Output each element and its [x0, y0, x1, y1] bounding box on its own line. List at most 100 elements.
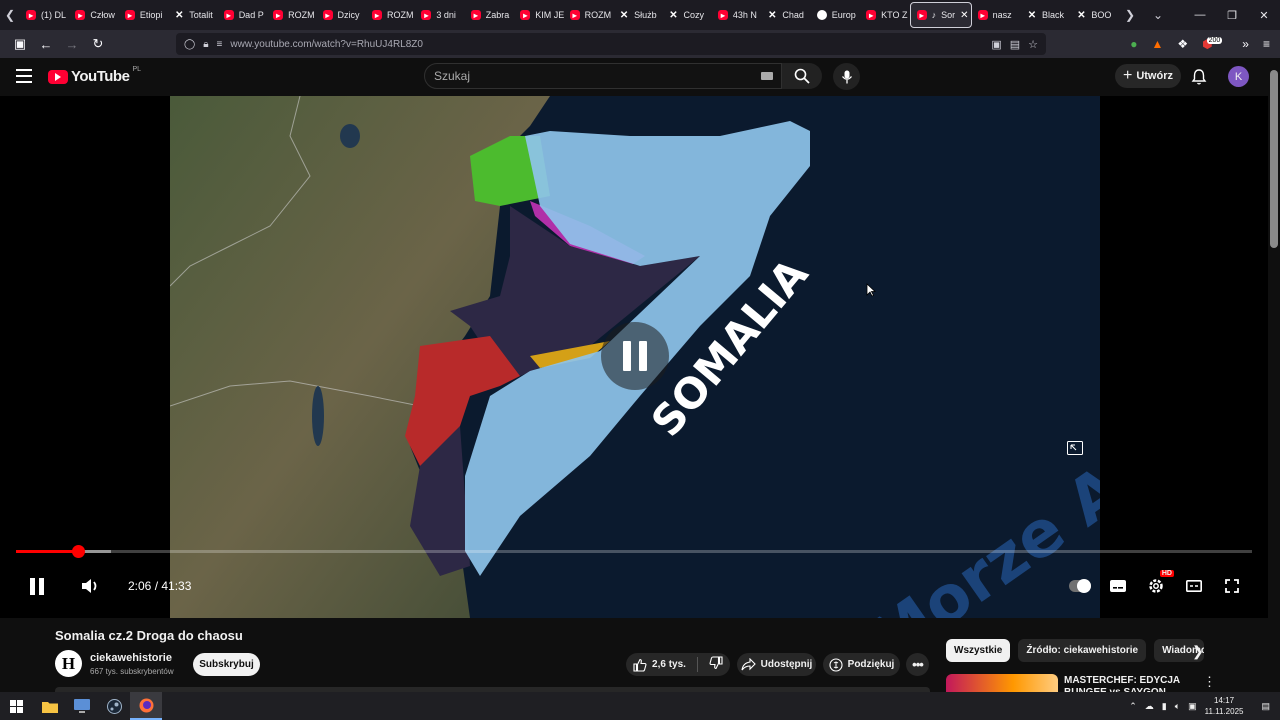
tabs-scroll-left-icon[interactable]: ❮ [0, 0, 20, 30]
keyboard-icon[interactable] [761, 72, 773, 80]
dislike-button[interactable] [709, 656, 723, 673]
browser-tab[interactable]: ✕ Cozy [662, 2, 711, 28]
lock-icon[interactable]: 🔒︎ [203, 39, 208, 50]
browser-tab[interactable]: ▸ Dad P [218, 2, 267, 28]
video-player[interactable]: SOMALIA Morze A 2:06 / 41:33 HD [0, 96, 1268, 618]
center-pause-indicator[interactable] [601, 322, 669, 390]
overflow-chevron-icon[interactable]: » [1242, 37, 1249, 51]
notifications-bell-icon[interactable] [1190, 68, 1208, 86]
network-monitor-icon[interactable] [66, 692, 98, 720]
tracking-shield-icon[interactable]: ◯ [184, 39, 195, 50]
browser-tab[interactable]: ✕ Totalit [168, 2, 217, 28]
browser-tab[interactable]: ▸ ROZM [564, 2, 613, 28]
speaker-icon[interactable]: 🔈︎ [1175, 701, 1180, 712]
browser-tab[interactable]: ▸ ROZM [366, 2, 415, 28]
search-button[interactable] [782, 63, 822, 89]
back-icon[interactable]: ← [34, 32, 58, 56]
browser-tab[interactable]: ✕ Służb [613, 2, 662, 28]
youtube-logo[interactable]: YouTube PL [48, 66, 141, 85]
volume-button[interactable] [80, 572, 100, 600]
chip-all[interactable]: Wszystkie [946, 639, 1011, 662]
create-button[interactable]: + Utwórz [1115, 64, 1181, 88]
more-actions-button[interactable]: ••• [906, 653, 929, 676]
share-button[interactable]: Udostępnij [737, 653, 816, 676]
fullscreen-button[interactable] [1220, 574, 1244, 598]
file-explorer-icon[interactable] [34, 692, 66, 720]
browser-tab[interactable]: ▸ KIM JE [514, 2, 564, 28]
start-windows-icon[interactable] [0, 692, 32, 720]
adblock-extension-icon[interactable]: ⬢200 [1202, 37, 1228, 51]
tray-overflow-chevron-icon[interactable]: ⌃ [1129, 701, 1137, 712]
close-window-icon[interactable]: ✕ [1248, 0, 1280, 30]
tabs-scroll-right-icon[interactable]: ❯ [1120, 0, 1140, 30]
notifications-icon[interactable]: ▤ [1261, 701, 1270, 712]
recommended-video-thumbnail[interactable] [946, 674, 1058, 692]
settings-button[interactable]: HD [1144, 570, 1174, 598]
browser-tab[interactable]: ▸ 43h N [712, 2, 761, 28]
like-button[interactable]: 2,6 tys. [633, 658, 686, 672]
url-text[interactable]: www.youtube.com/watch?v=RhuUJ4RL8Z0 [230, 39, 423, 50]
recommended-video-title[interactable]: MASTERCHEF: EDYCJA BUNGEE vs SAYGON [1064, 675, 1194, 692]
page-scrollbar[interactable] [1268, 58, 1280, 692]
fox-extension-icon[interactable]: ▲ [1151, 37, 1163, 51]
thanks-button[interactable]: Podziękuj [823, 653, 900, 676]
sidebar-toggle-icon[interactable]: ▣ [8, 32, 32, 56]
theater-mode-button[interactable] [1182, 574, 1206, 598]
browser-tab[interactable]: ▸ ROZM [267, 2, 316, 28]
forward-icon[interactable]: → [60, 32, 84, 56]
autoplay-toggle[interactable] [1068, 574, 1092, 598]
scrollbar-thumb[interactable] [1270, 70, 1278, 248]
browser-tab[interactable]: ▸ KTO Z [860, 2, 909, 28]
tab-audio-icon[interactable]: ♪ [932, 10, 937, 20]
browser-tab[interactable]: ✕ Black [1021, 2, 1070, 28]
bookmark-star-icon[interactable]: ☆ [1028, 38, 1038, 51]
address-bar[interactable]: ◯ 🔒︎ ≡ www.youtube.com/watch?v=RhuUJ4RL8… [176, 33, 1046, 55]
clock[interactable]: 14:17 11.11.2025 [1205, 695, 1244, 717]
chip-source[interactable]: Źródło: ciekawehistorie [1018, 639, 1147, 662]
reload-icon[interactable]: ↻ [86, 32, 110, 56]
picture-in-picture-icon[interactable]: ▣ [991, 38, 1001, 51]
guide-menu-icon[interactable] [16, 69, 32, 83]
tab-list-dropdown-icon[interactable]: ⌄ [1148, 0, 1168, 30]
browser-tab[interactable]: ▸ nasz [972, 2, 1021, 28]
cloud-icon[interactable]: ☁ [1145, 701, 1154, 712]
browser-tab[interactable]: ▸ Dzicy [317, 2, 366, 28]
thumbs-down-icon [709, 656, 723, 670]
restore-icon[interactable]: ❐ [1216, 0, 1248, 30]
browser-tab[interactable]: ▸ Etiopi [119, 2, 168, 28]
subscribe-button[interactable]: Subskrybuj [193, 653, 260, 676]
extensions-puzzle-icon[interactable]: ❖ [1177, 37, 1188, 51]
subtitles-button[interactable] [1106, 574, 1130, 598]
network-icon[interactable]: ▣ [1188, 701, 1197, 712]
browser-tab[interactable]: ▸ Człow [69, 2, 118, 28]
voice-search-button[interactable] [833, 63, 860, 90]
app-menu-icon[interactable]: ≡ [1263, 37, 1270, 51]
browser-tab[interactable]: ▸ 3 dni [415, 2, 464, 28]
steam-icon[interactable] [98, 692, 130, 720]
chips-next-icon[interactable]: ❯ [1192, 643, 1204, 660]
pause-button[interactable] [30, 572, 44, 600]
tab-close-icon[interactable]: ✕ [960, 10, 968, 21]
reader-view-icon[interactable]: ▤ [1010, 38, 1020, 51]
youtube-favicon-icon: ▸ [124, 10, 135, 20]
browser-tab[interactable]: ▸ Zabra [465, 2, 514, 28]
scrubber-handle[interactable] [72, 545, 86, 558]
minimize-icon[interactable]: — [1184, 0, 1216, 30]
usb-icon[interactable]: ▮ [1162, 701, 1167, 712]
avatar[interactable]: K [1228, 66, 1249, 87]
recommended-more-icon[interactable]: ⋮ [1203, 674, 1216, 690]
miniplayer-icon[interactable] [1067, 441, 1083, 455]
channel-subscribers: 667 tys. subskrybentów [90, 667, 174, 676]
vpn-extension-icon[interactable]: ● [1130, 37, 1137, 51]
search-input[interactable]: Szukaj [424, 63, 782, 89]
permissions-icon[interactable]: ≡ [217, 39, 223, 50]
channel-name[interactable]: ciekawehistorie [90, 652, 172, 664]
channel-avatar[interactable]: H [55, 650, 82, 677]
firefox-taskbar-icon[interactable] [130, 692, 162, 720]
browser-tab[interactable]: ▸ (1) DL [20, 2, 69, 28]
browser-tab[interactable]: Europ [811, 2, 860, 28]
progress-bar[interactable] [16, 545, 1252, 558]
browser-tab[interactable]: ✕ BOO [1070, 2, 1119, 28]
browser-tab[interactable]: ✕ Chad [761, 2, 810, 28]
browser-tab[interactable]: ▸ ♪ Sor ✕ [909, 2, 972, 28]
